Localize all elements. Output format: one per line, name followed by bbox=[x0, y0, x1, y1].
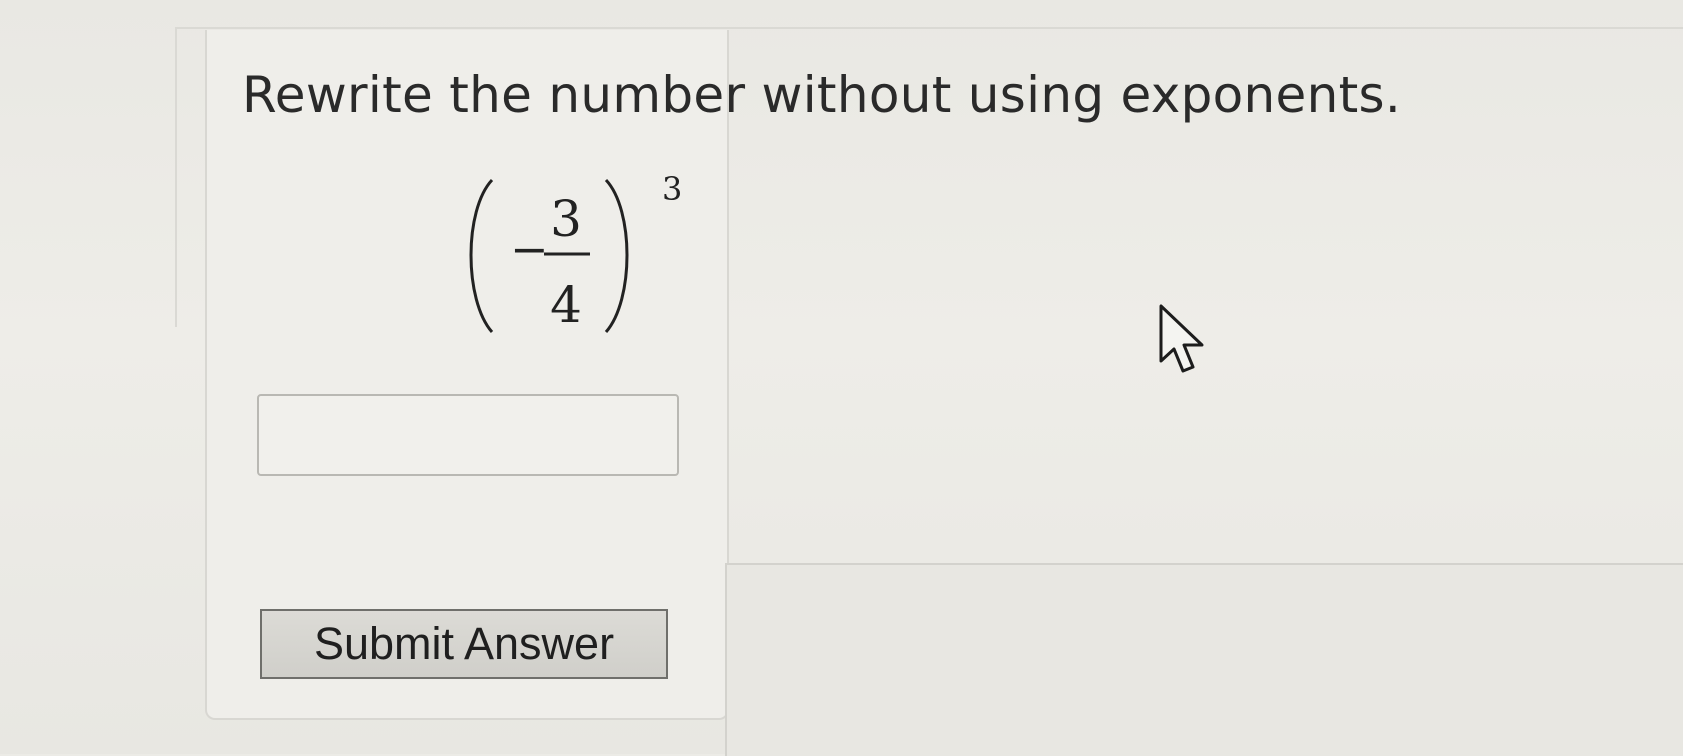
right-parenthesis bbox=[604, 178, 629, 333]
fraction-numerator: 3 bbox=[550, 190, 582, 248]
frame-top-divider bbox=[175, 27, 1683, 29]
submit-answer-button[interactable]: Submit Answer bbox=[260, 609, 668, 679]
question-prompt: Rewrite the number without using exponen… bbox=[242, 66, 1402, 124]
left-parenthesis bbox=[469, 178, 494, 333]
answer-input[interactable] bbox=[257, 394, 679, 476]
side-panel bbox=[725, 563, 1683, 756]
expression-svg: − 3 4 3 bbox=[469, 170, 682, 334]
mouse-pointer-arrow-icon bbox=[1158, 303, 1218, 383]
math-expression: − 3 4 3 bbox=[458, 170, 698, 350]
negative-sign: − bbox=[510, 222, 549, 276]
exponent: 3 bbox=[662, 170, 682, 208]
frame-left-divider bbox=[175, 27, 177, 327]
fraction-denominator: 4 bbox=[550, 276, 582, 334]
